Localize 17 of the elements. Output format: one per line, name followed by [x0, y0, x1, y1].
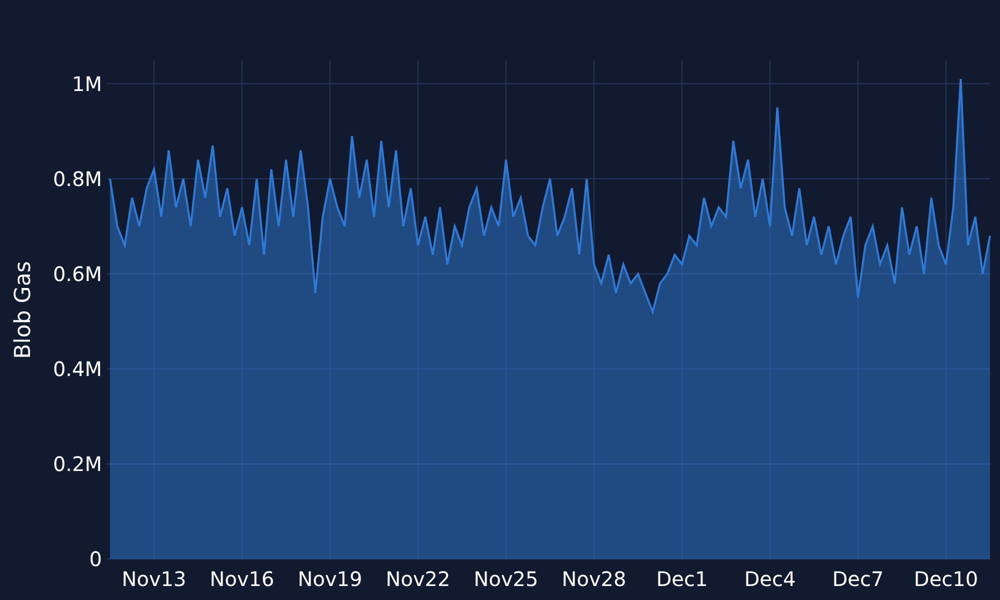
axis-tick-label: Dec4	[744, 567, 796, 591]
axis-tick-label: 0.4M	[52, 356, 102, 381]
axis-tick-label: 1M	[72, 72, 102, 96]
axis-tick-label: 0.6M	[52, 262, 102, 286]
axis-tick-label: Nov13	[122, 567, 186, 591]
axis-tick-label: Nov25	[474, 567, 538, 591]
axis-tick-label: Nov28	[562, 567, 626, 591]
axis-tick-label: 0.8M	[52, 166, 102, 191]
axis-tick-label: Dec1	[656, 567, 708, 591]
axis-tick-label: Dec10	[914, 567, 978, 591]
axis-tick-label: 0	[89, 547, 102, 571]
axis-title: Blob Gas	[11, 261, 36, 359]
axis-tick-label: Nov19	[298, 567, 362, 591]
axis-tick-label: Nov22	[386, 567, 450, 591]
axis-tick-label: 0.2M	[52, 452, 102, 476]
axis-tick-label: Dec7	[832, 567, 884, 591]
axis-tick-label: Nov16	[210, 567, 274, 591]
